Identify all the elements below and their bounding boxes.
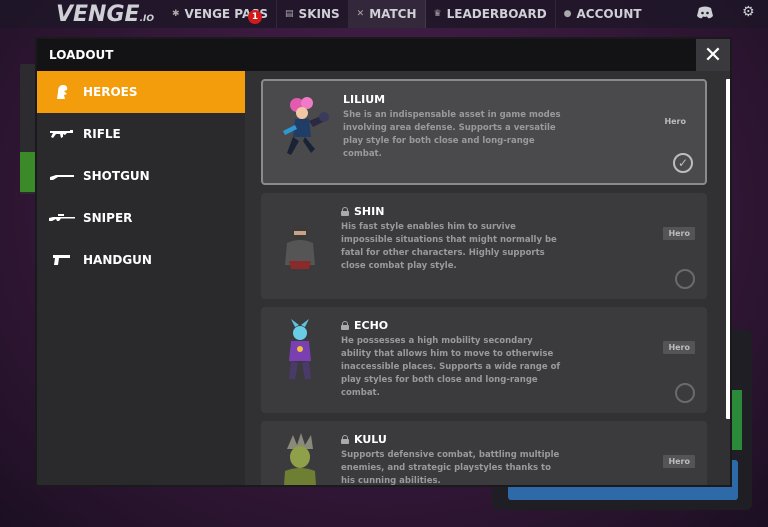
handgun-icon — [49, 253, 75, 267]
nav-match[interactable]: ✕ MATCH — [348, 0, 426, 28]
crown-icon: ♛ — [433, 9, 442, 19]
sidebar-item-heroes[interactable]: HEROES — [37, 71, 245, 113]
hero-list[interactable]: LILIUM She is an indispensable asset in … — [245, 71, 730, 486]
hero-portrait — [283, 97, 329, 155]
notification-badge: 1 — [248, 10, 262, 24]
sniper-icon — [49, 211, 75, 225]
hero-name: LILIUM — [343, 93, 386, 106]
modal-header: LOADOUT ✕ — [37, 39, 730, 71]
pass-icon: ✱ — [172, 9, 180, 19]
hero-tag: Hero — [663, 227, 695, 240]
hero-portrait — [285, 225, 315, 269]
nav-leaderboard[interactable]: ♛ LEADERBOARD — [426, 0, 556, 28]
nav-skins[interactable]: ▤ SKINS — [277, 0, 349, 28]
hero-description: His fast style enables him to survive im… — [341, 222, 557, 271]
close-button[interactable]: ✕ — [696, 39, 730, 71]
swords-icon: ✕ — [356, 9, 365, 19]
hero-card-shin[interactable]: SHIN His fast style enables him to survi… — [261, 193, 707, 299]
sidebar-item-sniper[interactable]: SNIPER — [37, 197, 245, 239]
nav-label: MATCH — [369, 7, 417, 21]
modal-title: LOADOUT — [49, 48, 114, 62]
nav-account[interactable]: ● ACCOUNT — [556, 0, 650, 28]
sidebar-item-label: SNIPER — [83, 211, 133, 225]
scrollbar[interactable] — [726, 79, 730, 419]
hero-name: SHIN — [341, 205, 384, 218]
hero-portrait — [284, 433, 316, 485]
select-radio[interactable] — [675, 269, 695, 289]
sidebar-item-shotgun[interactable]: SHOTGUN — [37, 155, 245, 197]
sidebar-item-label: HEROES — [83, 85, 138, 99]
hero-description: He possesses a high mobility secondary a… — [341, 336, 561, 398]
select-radio[interactable] — [675, 383, 695, 403]
skins-icon: ▤ — [285, 9, 294, 19]
hero-card-kulu[interactable]: KULU Supports defensive combat, battling… — [261, 421, 707, 486]
lock-icon — [341, 321, 349, 330]
loadout-modal: LOADOUT ✕ HEROES RIFLE SHOTGUN SNIPER HA… — [35, 37, 732, 487]
nav-venge-pass[interactable]: ✱ VENGE PASS 1 — [164, 0, 278, 28]
hero-tag: Hero — [664, 117, 686, 126]
sidebar-item-label: RIFLE — [83, 127, 121, 141]
nav-label: ACCOUNT — [576, 7, 642, 21]
lock-icon — [341, 207, 349, 216]
shotgun-icon — [49, 169, 75, 183]
nav-label: LEADERBOARD — [446, 7, 547, 21]
sidebar-item-label: HANDGUN — [83, 253, 152, 267]
background-panel-accent — [20, 152, 36, 192]
hero-description: She is an indispensable asset in game mo… — [343, 110, 561, 159]
loadout-sidebar: HEROES RIFLE SHOTGUN SNIPER HANDGUN — [37, 71, 245, 485]
gear-icon[interactable]: ⚙ — [742, 4, 755, 20]
hero-card-echo[interactable]: ECHO He possesses a high mobility second… — [261, 307, 707, 413]
hero-tag: Hero — [663, 341, 695, 354]
hero-icon — [49, 85, 75, 99]
sidebar-item-handgun[interactable]: HANDGUN — [37, 239, 245, 281]
hero-description: Supports defensive combat, battling mult… — [341, 450, 560, 486]
hero-name: ECHO — [341, 319, 388, 332]
hero-portrait — [289, 319, 311, 379]
nav-label: SKINS — [298, 7, 340, 21]
hero-card-lilium[interactable]: LILIUM She is an indispensable asset in … — [261, 79, 707, 185]
discord-icon[interactable] — [696, 6, 714, 20]
game-logo[interactable]: VENGE.IO — [56, 2, 164, 27]
hero-name: KULU — [341, 433, 387, 446]
top-nav: VENGE.IO ✱ VENGE PASS 1 ▤ SKINS ✕ MATCH … — [0, 0, 768, 28]
lock-icon — [341, 435, 349, 444]
check-icon: ✓ — [677, 156, 689, 170]
rifle-icon — [49, 127, 75, 141]
sidebar-item-label: SHOTGUN — [83, 169, 150, 183]
selected-radio[interactable]: ✓ — [673, 153, 693, 173]
user-icon: ● — [563, 9, 572, 19]
hero-tag: Hero — [663, 455, 695, 468]
sidebar-item-rifle[interactable]: RIFLE — [37, 113, 245, 155]
